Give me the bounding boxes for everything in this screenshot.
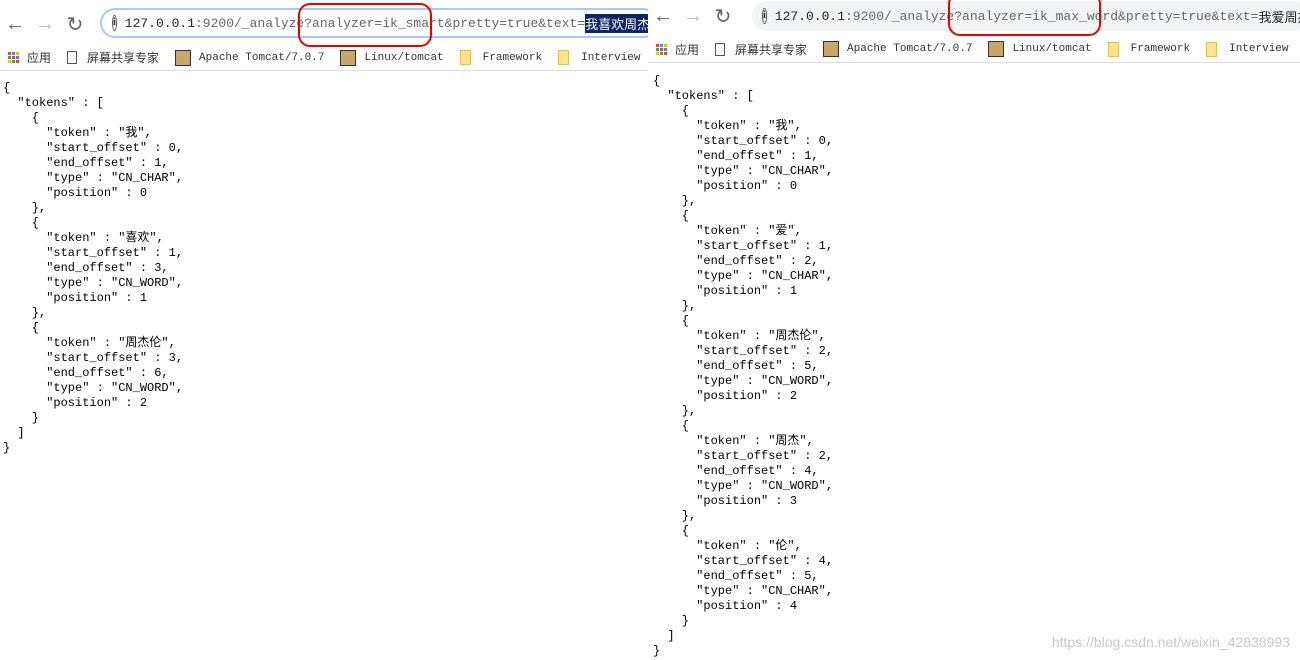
json-response: { "tokens" : [ { "token" : "我", "start_o… — [3, 81, 184, 455]
bookmark-apps[interactable]: 应用 — [656, 41, 699, 58]
tomcat-icon — [340, 49, 357, 66]
tomcat-icon — [823, 41, 840, 57]
apps-icon — [8, 52, 19, 63]
bookmarks-bar: 应用 屏幕共享专家 Apache Tomcat/7.0.7 Linux/tomc… — [0, 45, 648, 71]
forward-icon[interactable]: → — [30, 13, 60, 36]
highlight-circle — [948, 0, 1101, 36]
bookmark-apache-tomcat[interactable]: Apache Tomcat/7.0.7 — [823, 41, 972, 57]
back-icon[interactable]: ← — [648, 5, 678, 28]
info-icon[interactable]: i — [762, 8, 767, 24]
bookmark-label: Interview — [581, 51, 641, 64]
left-browser-window: ← → ↻ i 127.0.0.1:9200/_analyze?analyzer… — [0, 0, 648, 660]
bookmark-framework[interactable]: Framework — [1107, 41, 1191, 57]
reload-icon[interactable]: ↻ — [60, 12, 90, 37]
bookmark-framework[interactable]: Framework — [459, 50, 543, 65]
bookmark-label: Linux/tomcat — [1012, 43, 1092, 55]
bookmark-label: Apache Tomcat/7.0.7 — [847, 43, 973, 55]
bookmark-linux-tomcat[interactable]: Linux/tomcat — [988, 41, 1092, 57]
url-host: 127.0.0.1 — [774, 8, 845, 24]
reload-icon[interactable]: ↻ — [708, 4, 738, 29]
bookmark-apache-tomcat[interactable]: Apache Tomcat/7.0.7 — [175, 49, 325, 66]
bookmark-interview[interactable]: Interview — [1206, 41, 1289, 57]
bookmark-label: 屏幕共享专家 — [87, 51, 160, 65]
forward-icon[interactable]: → — [678, 5, 708, 28]
bookmark-label: Interview — [1229, 43, 1289, 55]
bookmark-label: Framework — [482, 51, 543, 64]
bookmark-interview[interactable]: Interview — [558, 50, 641, 65]
folder-icon — [459, 50, 471, 65]
apps-icon — [656, 43, 667, 55]
folder-icon — [1206, 41, 1218, 57]
bookmark-screen-share[interactable]: 屏幕共享专家 — [715, 41, 807, 58]
bookmark-label: 屏幕共享专家 — [735, 42, 808, 57]
bookmark-label: 应用 — [675, 42, 700, 57]
bookmark-linux-tomcat[interactable]: Linux/tomcat — [340, 49, 444, 66]
watermark: https://blog.csdn.net/weixin_42838993 — [1051, 634, 1290, 650]
bookmark-label: 应用 — [27, 51, 52, 65]
url-host: 127.0.0.1 — [124, 15, 195, 31]
back-icon[interactable]: ← — [0, 13, 30, 36]
highlight-circle — [298, 3, 432, 47]
page-icon — [67, 51, 78, 64]
folder-icon — [558, 50, 570, 65]
bookmark-screen-share[interactable]: 屏幕共享专家 — [67, 49, 159, 66]
bookmark-apps[interactable]: 应用 — [8, 49, 51, 66]
url-query-text: 我喜欢周杰伦 — [585, 13, 648, 33]
page-icon — [715, 42, 726, 56]
info-icon[interactable]: i — [112, 15, 117, 31]
bookmarks-bar: 应用 屏幕共享专家 Apache Tomcat/7.0.7 Linux/tomc… — [648, 36, 1300, 63]
folder-icon — [1107, 41, 1119, 57]
tomcat-icon — [988, 41, 1005, 57]
tomcat-icon — [175, 49, 192, 66]
bookmark-label: Framework — [1130, 43, 1191, 55]
bookmark-label: Apache Tomcat/7.0.7 — [199, 51, 325, 64]
right-browser-window: ← → ↻ i 127.0.0.1:9200/_analyze?analyzer… — [648, 0, 1300, 660]
url-query-text: 我爱周杰伦 — [1258, 10, 1300, 26]
bookmark-label: Linux/tomcat — [364, 51, 444, 64]
json-response: { "tokens" : [ { "token" : "我", "start_o… — [653, 74, 834, 658]
